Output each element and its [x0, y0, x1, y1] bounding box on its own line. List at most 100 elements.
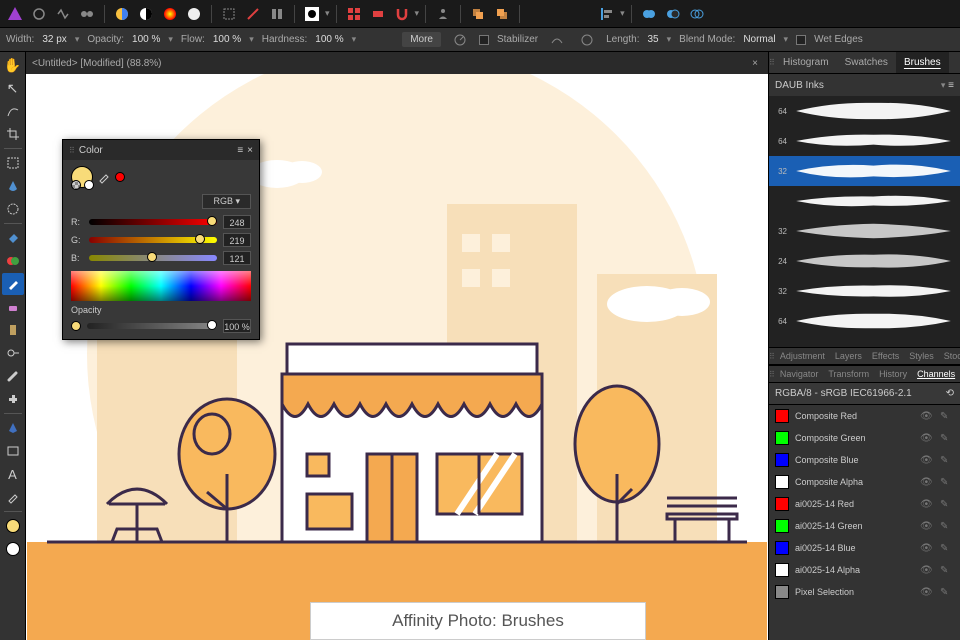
tab-adjustment[interactable]: Adjustment: [775, 351, 830, 361]
channel-row[interactable]: Pixel Selection 👁 ✎: [769, 581, 960, 603]
visibility-icon[interactable]: 👁: [920, 411, 934, 422]
edit-icon[interactable]: ✎: [940, 587, 954, 598]
blue-slider[interactable]: [89, 255, 217, 261]
channel-row[interactable]: Composite Alpha 👁 ✎: [769, 471, 960, 493]
reset-channels-icon[interactable]: ⟲: [946, 388, 954, 399]
brush-item[interactable]: 24: [769, 246, 960, 276]
secondary-swatch[interactable]: [84, 180, 94, 190]
tab-styles[interactable]: Styles: [904, 351, 939, 361]
hardness-value[interactable]: 100 %: [315, 34, 343, 45]
edit-icon[interactable]: ✎: [940, 521, 954, 532]
edit-icon[interactable]: ✎: [940, 411, 954, 422]
tab-stock[interactable]: Stock: [939, 351, 960, 361]
brush-item[interactable]: 64: [769, 126, 960, 156]
length-value[interactable]: 35: [648, 34, 659, 45]
color-panel-titlebar[interactable]: ⠿ Color ≡ ×: [63, 140, 259, 160]
pen-tool[interactable]: [2, 417, 24, 439]
selection-grow-icon[interactable]: [266, 3, 288, 25]
visibility-icon[interactable]: 👁: [920, 543, 934, 554]
red-slider[interactable]: [89, 219, 217, 225]
move-tool[interactable]: ↖: [2, 77, 24, 99]
channel-row[interactable]: ai0025-14 Blue 👁 ✎: [769, 537, 960, 559]
visibility-icon[interactable]: 👁: [920, 587, 934, 598]
quick-mask-icon[interactable]: [301, 3, 323, 25]
tab-layers[interactable]: Layers: [830, 351, 867, 361]
close-document-icon[interactable]: ×: [748, 58, 762, 69]
edit-icon[interactable]: ✎: [940, 433, 954, 444]
brush-item[interactable]: 64: [769, 306, 960, 336]
green-value[interactable]: 219: [223, 233, 251, 247]
tab-history[interactable]: History: [874, 369, 912, 379]
smudge-tool[interactable]: [2, 365, 24, 387]
node-tool[interactable]: [2, 100, 24, 122]
rope-mode-icon[interactable]: [546, 29, 568, 51]
tab-brushes[interactable]: Brushes: [896, 52, 949, 73]
pressure-icon[interactable]: [449, 29, 471, 51]
tab-channels[interactable]: Channels: [912, 369, 960, 379]
snap-pixel-icon[interactable]: [367, 3, 389, 25]
boolean-subtract-icon[interactable]: [662, 3, 684, 25]
persona-liquify-icon[interactable]: [52, 3, 74, 25]
crop-tool[interactable]: [2, 123, 24, 145]
brush-item[interactable]: 32: [769, 276, 960, 306]
arrange-front-icon[interactable]: [467, 3, 489, 25]
edit-icon[interactable]: ✎: [940, 499, 954, 510]
tab-transform[interactable]: Transform: [823, 369, 874, 379]
healing-tool[interactable]: [2, 388, 24, 410]
selection-diag-icon[interactable]: [242, 3, 264, 25]
channel-row[interactable]: Composite Red 👁 ✎: [769, 405, 960, 427]
channel-row[interactable]: Composite Blue 👁 ✎: [769, 449, 960, 471]
brush-item[interactable]: 32: [769, 216, 960, 246]
edit-icon[interactable]: ✎: [940, 565, 954, 576]
channel-row[interactable]: ai0025-14 Alpha 👁 ✎: [769, 559, 960, 581]
visibility-icon[interactable]: 👁: [920, 499, 934, 510]
brush-item[interactable]: 32: [769, 156, 960, 186]
tertiary-swatch[interactable]: [115, 172, 125, 182]
magnet-icon[interactable]: [391, 3, 413, 25]
dodge-tool[interactable]: [2, 342, 24, 364]
tab-swatches[interactable]: Swatches: [837, 52, 896, 73]
blue-value[interactable]: 121: [223, 251, 251, 265]
persona-photo-icon[interactable]: [28, 3, 50, 25]
clone-tool[interactable]: [2, 319, 24, 341]
more-button[interactable]: More: [402, 32, 441, 47]
tab-navigator[interactable]: Navigator: [775, 369, 824, 379]
eyedropper-tool[interactable]: [2, 486, 24, 508]
visibility-icon[interactable]: 👁: [920, 455, 934, 466]
boolean-add-icon[interactable]: [638, 3, 660, 25]
red-value[interactable]: 248: [223, 215, 251, 229]
selection-rect-icon[interactable]: [218, 3, 240, 25]
edit-icon[interactable]: ✎: [940, 455, 954, 466]
opacity-value[interactable]: 100 %: [223, 319, 251, 333]
flood-fill-tool[interactable]: [2, 227, 24, 249]
stabilizer-check[interactable]: [479, 35, 489, 45]
flood-select-tool[interactable]: [2, 175, 24, 197]
rectangle-tool[interactable]: [2, 440, 24, 462]
wet-edges-check[interactable]: [796, 35, 806, 45]
color-wheel-2-icon[interactable]: [159, 3, 181, 25]
persona-develop-icon[interactable]: [76, 3, 98, 25]
arrange-back-icon[interactable]: [491, 3, 513, 25]
visibility-icon[interactable]: 👁: [920, 433, 934, 444]
eyedropper-icon[interactable]: [97, 170, 111, 184]
snap-grid-icon[interactable]: [343, 3, 365, 25]
panel-menu-icon[interactable]: ≡: [948, 80, 954, 91]
align-left-icon[interactable]: [596, 3, 618, 25]
selection-brush-tool[interactable]: [2, 198, 24, 220]
boolean-intersect-icon[interactable]: [686, 3, 708, 25]
assistant-icon[interactable]: [432, 3, 454, 25]
edit-icon[interactable]: ✎: [940, 543, 954, 554]
paint-brush-tool[interactable]: [2, 273, 24, 295]
channel-row[interactable]: Composite Green 👁 ✎: [769, 427, 960, 449]
erase-tool[interactable]: [2, 296, 24, 318]
color-mode-dropdown[interactable]: RGB ▾: [202, 194, 251, 209]
opacity-slider[interactable]: [87, 323, 217, 329]
soft-proof-icon[interactable]: [183, 3, 205, 25]
tab-histogram[interactable]: Histogram: [775, 52, 837, 73]
brush-category-dropdown[interactable]: DAUB Inks: [775, 80, 824, 91]
blend-value[interactable]: Normal: [743, 34, 775, 45]
edit-icon[interactable]: ✎: [940, 477, 954, 488]
visibility-icon[interactable]: 👁: [920, 477, 934, 488]
gradient-tool[interactable]: [2, 250, 24, 272]
panel-menu-icon[interactable]: ≡: [237, 145, 243, 156]
